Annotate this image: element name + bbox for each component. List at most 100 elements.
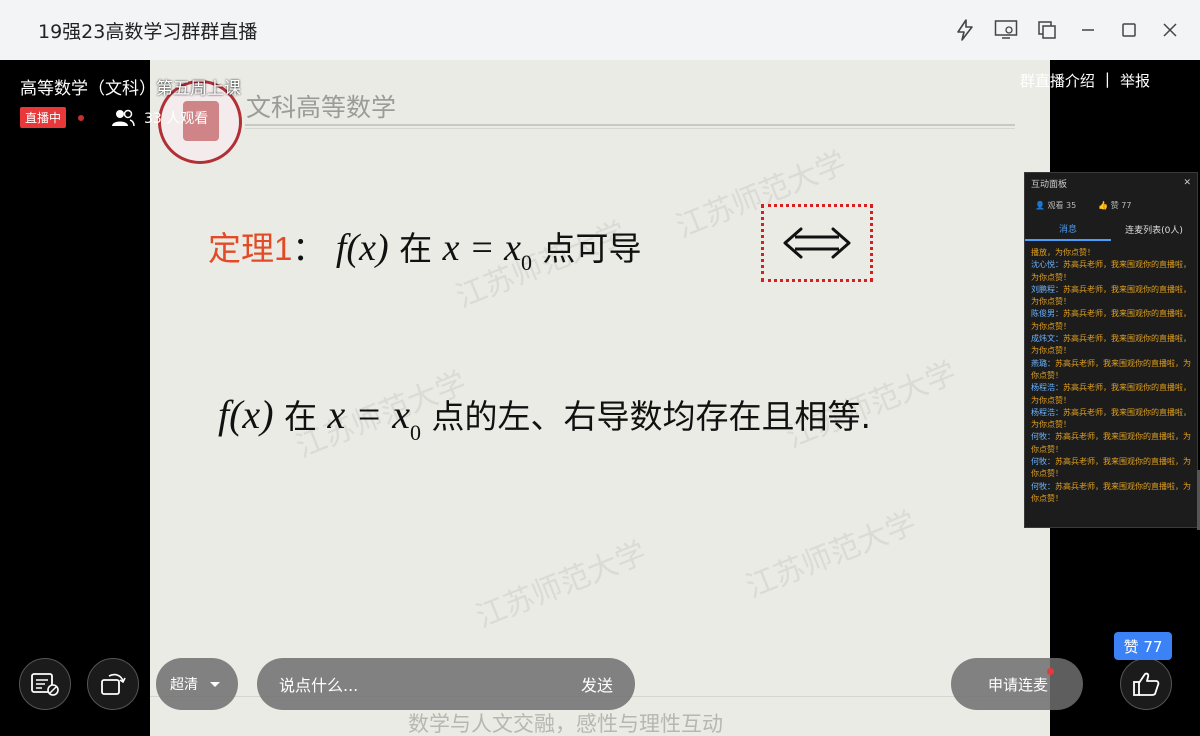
window-title: 19强23高数学习群群直播 (38, 20, 258, 43)
live-info: 高等数学（文科）第五周上课 直播中 33 人观看 (20, 74, 241, 128)
chat-message-author: 杨程浩： (1031, 383, 1063, 393)
title-bar: 19强23高数学习群群直播 (0, 0, 1200, 60)
chevron-down-icon (210, 681, 220, 687)
double-arrow-icon (783, 227, 851, 259)
minimize-icon[interactable] (1067, 10, 1108, 50)
users-icon (112, 109, 135, 126)
chat-message-text: 播放，为你点赞！ (1031, 248, 1095, 257)
panel-stats: 👤 观看 35 👍 赞 77 (1025, 193, 1197, 217)
chat-message: 成炜文：苏高兵老师，我来围观你的直播啦，为你点赞！ (1031, 333, 1191, 358)
chat-message-author: 刘鹏程： (1031, 284, 1063, 294)
comment-input[interactable]: 说点什么... 发送 (257, 658, 635, 710)
link-separator: | (1104, 70, 1110, 88)
screen-share-icon[interactable] (985, 10, 1026, 50)
equivalence-box (761, 204, 873, 282)
statement-function: f(x) (218, 392, 274, 437)
top-links: 群直播介绍 | 举报 (1020, 70, 1150, 91)
chat-message-author: 成炜文： (1031, 334, 1063, 344)
pip-icon[interactable] (1026, 10, 1067, 50)
intro-link[interactable]: 群直播介绍 (1020, 70, 1095, 91)
theorem-tail: 点可导 (542, 229, 642, 268)
theorem-colon: ： (292, 229, 326, 268)
chat-message-author: 燕璐： (1031, 358, 1055, 368)
chat-message-author: 何牧： (1031, 432, 1055, 442)
chat-message: 播放，为你点赞！ (1031, 247, 1191, 259)
interaction-panel: 互动面板 ✕ 👤 观看 35 👍 赞 77 消息 连麦列表(0人) 播放，为你点… (1024, 172, 1198, 528)
viewer-count-text: 33 人观看 (144, 110, 209, 127)
viewer-count: 33 人观看 (110, 108, 208, 128)
thumbs-up-icon (1133, 672, 1160, 696)
chat-message: 燕璐：苏高兵老师，我来围观你的直播啦，为你点赞！ (1031, 358, 1191, 383)
panel-header: 互动面板 ✕ (1025, 173, 1197, 193)
chat-message-author: 沈心悦： (1031, 260, 1063, 270)
chat-message-text: 苏高兵老师，我来围观你的直播啦，为你点赞！ (1031, 432, 1191, 454)
message-list: 播放，为你点赞！ 沈心悦：苏高兵老师，我来围观你的直播啦，为你点赞！ 刘鹏程：苏高兵… (1025, 241, 1197, 511)
header-divider (245, 124, 1015, 129)
chat-message-text: 苏高兵老师，我来围观你的直播啦，为你点赞！ (1031, 358, 1191, 380)
maximize-icon[interactable] (1108, 10, 1149, 50)
statement-point: x = x (327, 392, 411, 437)
tab-messages[interactable]: 消息 (1025, 217, 1111, 241)
theorem-line: 定理1： f(x) 在 x = x0 点可导 (208, 222, 641, 276)
window-controls (944, 0, 1190, 60)
chat-message: 刘鹏程：苏高兵老师，我来围观你的直播啦，为你点赞！ (1031, 284, 1191, 309)
watermark: 江苏师范大学 (471, 535, 652, 636)
tab-mic-list[interactable]: 连麦列表(0人) (1111, 217, 1197, 241)
rotate-button[interactable] (87, 658, 139, 710)
notes-button[interactable] (19, 658, 71, 710)
theorem-label: 定理1 (208, 230, 293, 267)
statement-at: 在 (284, 397, 318, 436)
chat-message: 沈心悦：苏高兵老师，我来围观你的直播啦，为你点赞！ (1031, 259, 1191, 284)
panel-viewers: 👤 观看 35 (1035, 200, 1076, 211)
panel-tabs: 消息 连麦列表(0人) (1025, 217, 1197, 241)
theorem-at: 在 (399, 229, 433, 268)
theorem-point: x = x (442, 227, 521, 269)
live-status-badge: 直播中 (20, 107, 67, 128)
rotate-icon (101, 673, 126, 695)
chat-message-author: 何牧： (1031, 457, 1055, 467)
statement-subscript: 0 (410, 420, 422, 445)
apply-mic-button[interactable]: 申请连麦 (951, 658, 1083, 710)
chat-message: 杨程浩：苏高兵老师，我来围观你的直播啦，为你点赞！ (1031, 407, 1191, 432)
users-icon: 👤 (1035, 200, 1045, 210)
quality-selector[interactable]: 超清 (156, 658, 238, 710)
theorem-function: f(x) (335, 227, 389, 269)
chat-message: 何牧：苏高兵老师，我来围观你的直播啦，为你点赞！ (1031, 456, 1191, 481)
panel-likes-text: 赞 77 (1110, 200, 1132, 210)
notification-dot-icon (1047, 668, 1054, 675)
slide-header-title: 文科高等数学 (246, 93, 397, 122)
like-button[interactable] (1120, 658, 1172, 710)
quality-label: 超清 (170, 677, 198, 693)
comment-placeholder: 说点什么... (279, 676, 359, 695)
statement-line: f(x) 在 x = x0 点的左、右导数均存在且相等. (218, 390, 871, 446)
theorem-subscript: 0 (520, 250, 532, 275)
report-link[interactable]: 举报 (1120, 70, 1150, 91)
chat-message-author: 杨程浩： (1031, 407, 1063, 417)
panel-title: 互动面板 (1031, 179, 1068, 190)
chat-message-author: 何牧： (1031, 481, 1055, 491)
slide-content: 文科高等数学 江苏师范大学 江苏师范大学 江苏师范大学 江苏师范大学 江苏师范大… (150, 60, 1050, 736)
flash-icon[interactable] (944, 10, 985, 50)
chat-message: 何牧：苏高兵老师，我来围观你的直播啦，为你点赞！ (1031, 431, 1191, 456)
apply-mic-label: 申请连麦 (988, 675, 1049, 694)
bottom-controls: 超清 说点什么... 发送 申请连麦 (0, 656, 1200, 716)
live-window: 19强23高数学习群群直播 文科高等数学 江苏师范大学 江苏师范大学 江苏师范大… (0, 0, 1200, 736)
likes-count-badge: 赞 77 (1114, 632, 1172, 660)
watermark: 江苏师范大学 (741, 505, 922, 606)
close-icon[interactable] (1149, 10, 1190, 50)
live-status-row: 直播中 33 人观看 (20, 107, 241, 128)
chat-message: 杨程浩：苏高兵老师，我来围观你的直播啦，为你点赞！ (1031, 382, 1191, 407)
send-button[interactable]: 发送 (581, 672, 613, 696)
chat-message-author: 陈俊男： (1031, 309, 1063, 319)
course-title: 高等数学（文科）第五周上课 (20, 79, 241, 99)
notes-icon (31, 673, 59, 696)
recording-dot-icon (78, 114, 85, 121)
statement-tail: 点的左、右导数均存在且相等. (431, 397, 872, 436)
panel-close-icon[interactable]: ✕ (1183, 178, 1191, 188)
chat-message: 何牧：苏高兵老师，我来围观你的直播啦，为你点赞！ (1031, 481, 1191, 506)
chat-message-text: 苏高兵老师，我来围观你的直播啦，为你点赞！ (1031, 481, 1191, 503)
chat-message: 陈俊男：苏高兵老师，我来围观你的直播啦，为你点赞！ (1031, 308, 1191, 333)
chat-message-text: 苏高兵老师，我来围观你的直播啦，为你点赞！ (1031, 457, 1191, 479)
thumbs-up-icon: 👍 (1098, 200, 1109, 210)
panel-likes: 👍 赞 77 (1098, 200, 1131, 211)
